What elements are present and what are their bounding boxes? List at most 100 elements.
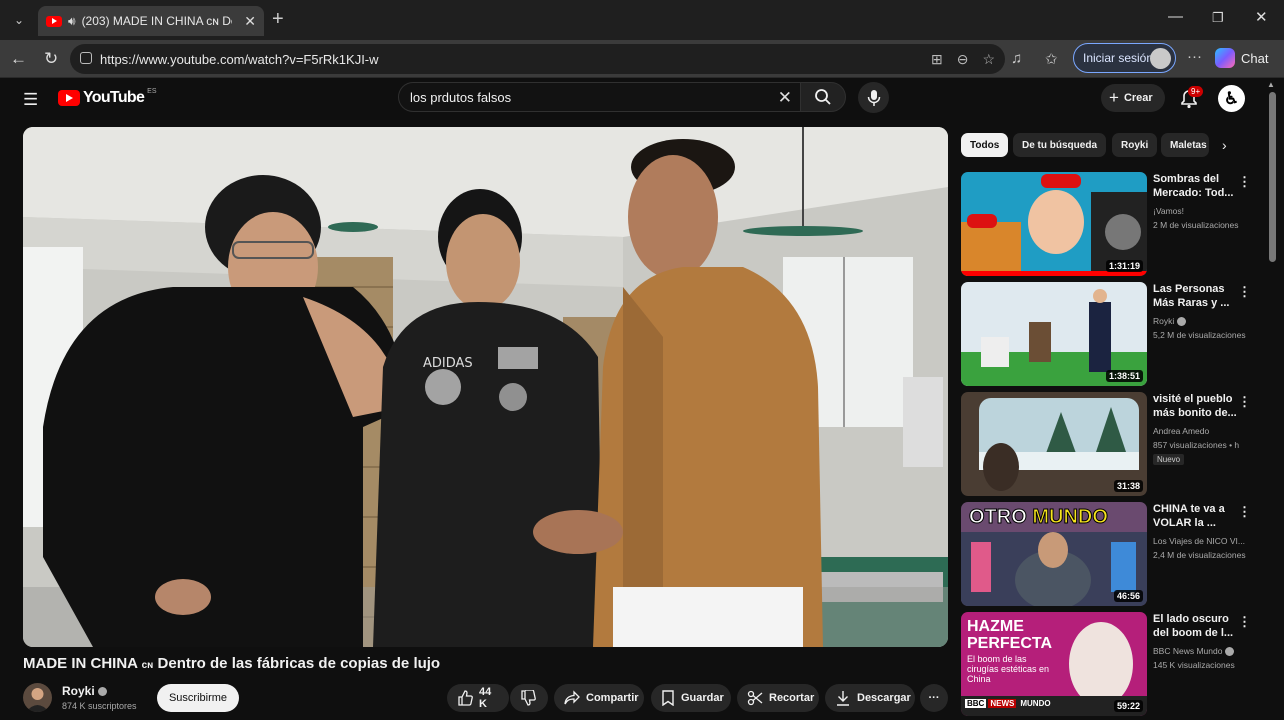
recommendation-channel-text: BBC News Mundo [1153,646,1223,656]
voice-search-button[interactable] [858,82,889,113]
clear-search-icon[interactable]: ✕ [778,88,792,108]
plus-icon: + [1109,88,1119,107]
save-button[interactable]: Guardar [651,684,731,712]
scrollbar-thumb[interactable] [1269,92,1276,262]
chip-from-search[interactable]: De tu búsqueda [1013,133,1107,157]
thumbnail-brand-1: BBC [965,699,987,708]
signin-button[interactable]: Iniciar sesión [1073,43,1176,73]
account-avatar[interactable]: ♿︎ [1218,85,1245,112]
favorites-icon[interactable]: ✩ [1045,50,1058,68]
channel-name[interactable]: Royki [62,684,107,698]
duration-label: 46:56 [1113,590,1143,602]
youtube-logo[interactable]: YouTube ES [58,88,157,107]
signin-label: Iniciar sesión [1083,51,1154,65]
recommendation-title[interactable]: Sombras del Mercado: Tod... [1153,172,1241,200]
recommendation-channel[interactable]: Royki [1153,316,1187,327]
browser-tab[interactable]: 🔊︎ (203) MADE IN CHINA ᴄɴ Den ✕ [38,6,264,36]
new-badge: Nuevo [1153,454,1185,465]
more-actions-button[interactable]: ··· [920,684,948,712]
reload-icon[interactable]: ↻ [44,49,58,69]
media-control-icon[interactable]: ♫ [1011,50,1022,67]
recommendation-item[interactable]: 1:31:19 Sombras del Mercado: Tod... ¡Vam… [961,172,1261,276]
subscribe-button[interactable]: Suscribirme [157,684,239,712]
recommendation-title[interactable]: visité el pueblo más bonito de... [1153,392,1241,420]
favorite-star-icon[interactable]: ☆ [982,51,995,68]
thumbs-up-icon [458,690,473,706]
bbc-news-logo: BBC NEWS MUNDO [965,699,1053,708]
chip-all[interactable]: Todos [961,133,1009,157]
speaker-icon[interactable]: 🔊︎ [68,14,76,29]
video-player[interactable]: ADIDAS [23,127,948,647]
share-icon [564,690,580,705]
back-icon[interactable]: ← [10,49,27,69]
minimize-icon[interactable]: — [1168,8,1183,25]
menu-icon[interactable]: ☰ [23,90,38,110]
chevron-right-icon[interactable]: › [1222,137,1227,153]
recommendation-thumbnail[interactable]: OTRO MUNDO 46:56 [961,502,1147,606]
channel-avatar[interactable] [23,683,52,712]
clip-button[interactable]: Recortar [737,684,819,712]
recommendation-item[interactable]: HAZME PERFECTA El boom de las cirugías es… [961,612,1261,716]
search-button[interactable] [800,82,846,112]
recommendation-item[interactable]: 1:38:51 Las Personas Más Raras y ... Roy… [961,282,1261,386]
scroll-up-icon[interactable]: ▲ [1267,80,1275,89]
new-tab-icon[interactable]: + [272,8,284,31]
create-button[interactable]: + Crear [1101,84,1165,112]
recommendation-title[interactable]: Las Personas Más Raras y ... [1153,282,1241,310]
maximize-icon[interactable]: ❐ [1212,10,1224,26]
share-button[interactable]: Compartir [554,684,644,712]
notification-badge: 9+ [1188,86,1204,97]
verified-icon [1177,317,1187,327]
search-input[interactable]: los prdutos falsos ✕ [398,82,800,112]
recommendation-channel[interactable]: Los Viajes de NICO VI... [1153,536,1245,546]
recommendation-channel[interactable]: ¡Vamos! [1153,206,1184,216]
youtube-favicon-icon [46,15,62,27]
recommendation-thumbnail[interactable]: 1:31:19 [961,172,1147,276]
recommendation-thumbnail[interactable]: HAZME PERFECTA El boom de las cirugías es… [961,612,1147,716]
recommendation-views: 2,4 M de visualizaciones [1153,550,1246,560]
like-button[interactable]: 44 K [447,684,509,712]
verified-icon [97,687,107,697]
profile-avatar-icon [1150,48,1171,69]
apps-icon[interactable]: ⊞ [931,51,943,68]
address-bar: ← ↻ https://www.youtube.com/watch?v=F5rR… [0,40,1284,78]
create-label: Crear [1123,92,1153,104]
kebab-menu-icon[interactable]: ⋮ [1238,284,1251,300]
recommendation-channel[interactable]: Andrea Amedo [1153,426,1209,436]
video-title-part1: MADE IN CHINA [23,655,138,672]
browser-tab-strip: ⌄ 🔊︎ (203) MADE IN CHINA ᴄɴ Den ✕ + — ❐ … [0,0,1284,40]
tab-actions-menu-icon[interactable]: ⌄ [6,8,32,32]
clip-label: Recortar [769,692,815,704]
recommendation-title[interactable]: CHINA te va a VOLAR la ... [1153,502,1241,530]
kebab-menu-icon[interactable]: ⋮ [1238,504,1251,520]
kebab-menu-icon[interactable]: ⋮ [1238,394,1251,410]
recommendation-item[interactable]: OTRO MUNDO 46:56 CHINA te va a VOLAR la … [961,502,1261,606]
search-icon [815,89,831,105]
site-info-icon[interactable] [80,52,92,64]
thumbnail-subtitle: El boom de las cirugías estéticas en Chi… [967,654,1050,684]
url-field[interactable]: https://www.youtube.com/watch?v=F5rRk1KJ… [70,44,1005,74]
recommendation-thumbnail[interactable]: 1:38:51 [961,282,1147,386]
chip-royki[interactable]: Royki [1112,133,1158,157]
more-options-icon[interactable]: ··· [1187,48,1202,65]
dislike-button[interactable] [510,684,548,712]
thumbnail-text-2: PERFECTA [967,635,1053,652]
zoom-icon[interactable]: ⊖ [957,51,969,68]
copilot-chat-button[interactable]: Chat [1215,45,1268,71]
recommendation-item[interactable]: 31:38 visité el pueblo más bonito de... … [961,392,1261,496]
recommendation-channel[interactable]: BBC News Mundo [1153,646,1235,657]
download-icon [837,691,849,706]
download-button[interactable]: Descargar [825,684,915,712]
video-title-part2: Dentro de las fábricas de copias de lujo [157,655,441,672]
kebab-menu-icon[interactable]: ⋮ [1238,614,1251,630]
search-query: los prdutos falsos [410,89,512,105]
kebab-menu-icon[interactable]: ⋮ [1238,174,1251,190]
duration-label: 1:31:19 [1105,260,1143,272]
close-window-icon[interactable]: ✕ [1255,8,1268,26]
thumbnail-brand-3: MUNDO [1020,699,1051,708]
recommendation-title[interactable]: El lado oscuro del boom de l... [1153,612,1241,640]
tab-close-icon[interactable]: ✕ [244,13,256,30]
channel-name-text: Royki [62,684,95,698]
recommendation-thumbnail[interactable]: 31:38 [961,392,1147,496]
chip-maletas[interactable]: Maletas [1161,133,1209,157]
